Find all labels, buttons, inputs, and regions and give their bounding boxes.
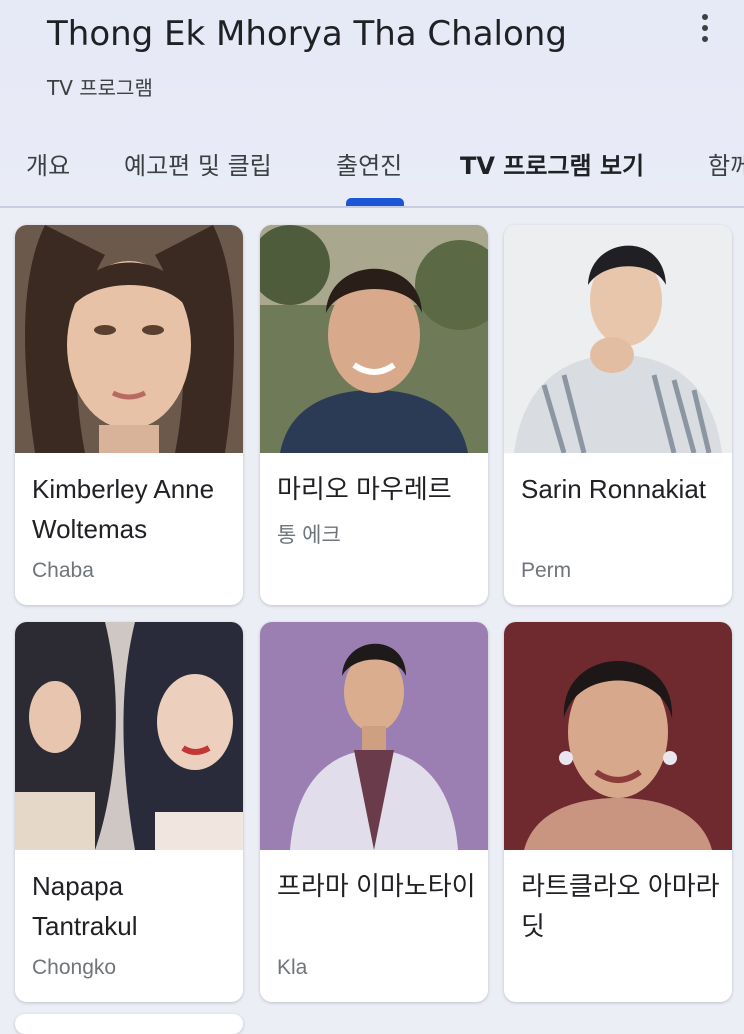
selected-tab-indicator [346,198,404,206]
tab-cast[interactable]: 출연진 [336,146,402,206]
tab-bar: 개요 예고편 및 클립 출연진 TV 프로그램 보기 함께 [0,140,744,206]
program-type: TV 프로그램 [47,76,153,100]
cast-name: 프라마 이마노타이 [277,871,476,901]
cast-name: Sarin Ronnakiat [521,474,706,504]
program-title: Thong Ek Mhorya Tha Chalong [47,14,567,54]
cast-name: Napapa Tantrakul [32,871,138,941]
cast-card[interactable]: Napapa Tantrakul Chongko [15,622,243,1002]
cast-name: 마리오 마우레르 [277,474,452,504]
cast-card[interactable]: 라트클라오 아마라딧 [504,622,732,1002]
tab-together[interactable]: 함께 [708,146,744,206]
cast-name: 라트클라오 아마라딧 [521,871,720,941]
cast-role: Kla [277,956,308,979]
cast-photo [504,622,732,850]
cast-card[interactable]: 마리오 마우레르 통 에크 [260,225,488,605]
cast-card[interactable]: Sarin Ronnakiat Perm [504,225,732,605]
cast-photo [504,225,732,453]
cast-role: Perm [521,559,572,582]
cast-card[interactable]: 프라마 이마노타이 Kla [260,622,488,1002]
cast-photo [15,225,243,453]
cast-role: 통 에크 [277,524,341,547]
cast-role: Chongko [32,956,117,979]
knowledge-panel-header: Thong Ek Mhorya Tha Chalong TV 프로그램 개요 예… [0,0,744,208]
cast-photo [260,622,488,850]
tab-watch-show[interactable]: TV 프로그램 보기 [460,146,644,206]
cast-card[interactable]: Kimberley Anne Woltemas Chaba [15,225,243,605]
cast-grid: Kimberley Anne Woltemas Chaba 마리오 마우레르 통… [0,206,744,1034]
cast-role: Chaba [32,559,94,582]
cast-photo [260,225,488,453]
tab-overview[interactable]: 개요 [26,146,70,206]
cast-card-partial[interactable] [15,1014,243,1034]
cast-name: Kimberley Anne Woltemas [32,474,215,544]
tab-trailers-clips[interactable]: 예고편 및 클립 [124,146,272,206]
more-vert-icon[interactable] [690,10,720,46]
cast-photo [15,622,243,850]
